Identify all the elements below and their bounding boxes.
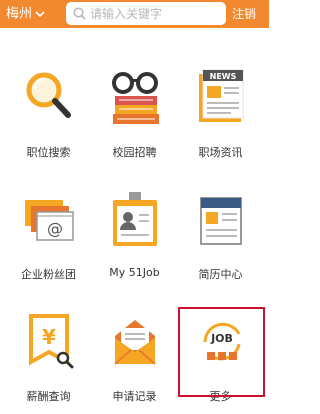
newspaper-icon: NEWS [199,69,244,122]
salary-bookmark-icon: ¥ [29,314,74,369]
tile-label: 职位搜索 [26,146,71,159]
logout-button[interactable]: 注销 [232,5,256,23]
search-input[interactable] [90,2,220,25]
search-icon [73,7,86,20]
glasses-books-icon [112,72,159,124]
envelope-icon [114,320,156,365]
chevron-down-icon [35,5,45,23]
at-symbol: @ [47,219,63,238]
workplace-news-tile[interactable]: NEWS 职场资讯 [176,60,265,170]
top-bar: 梅州 注销 [0,0,269,28]
tile-label: 申请记录 [112,390,157,403]
company-fans-tile[interactable]: @ 企业粉丝团 [4,182,93,292]
magnifier-icon [26,72,71,118]
search-box[interactable] [66,2,226,25]
campus-recruit-tile[interactable]: 校园招聘 [90,60,179,170]
city-label: 梅州 [6,6,33,22]
email-cards-icon: @ [25,200,74,241]
my-51job-tile[interactable]: My 51Job [90,182,179,292]
news-text: NEWS [210,72,237,81]
resume-center-tile[interactable]: 简历中心 [176,182,265,292]
tile-label: 职场资讯 [198,146,243,159]
tile-label: 企业粉丝团 [21,268,76,281]
tile-label: 薪酬查询 [26,390,71,403]
tile-label: 校园招聘 [112,146,157,159]
job-search-tile[interactable]: 职位搜索 [4,60,93,170]
tile-label: My 51Job [109,266,160,279]
tile-label: 简历中心 [198,268,243,281]
id-badge-icon [113,192,157,246]
yuan-symbol: ¥ [42,325,56,349]
resume-icon [200,197,242,245]
city-selector[interactable]: 梅州 [6,5,45,23]
selection-highlight [178,307,265,397]
application-records-tile[interactable]: 申请记录 [90,304,179,414]
salary-query-tile[interactable]: ¥ 薪酬查询 [4,304,93,414]
